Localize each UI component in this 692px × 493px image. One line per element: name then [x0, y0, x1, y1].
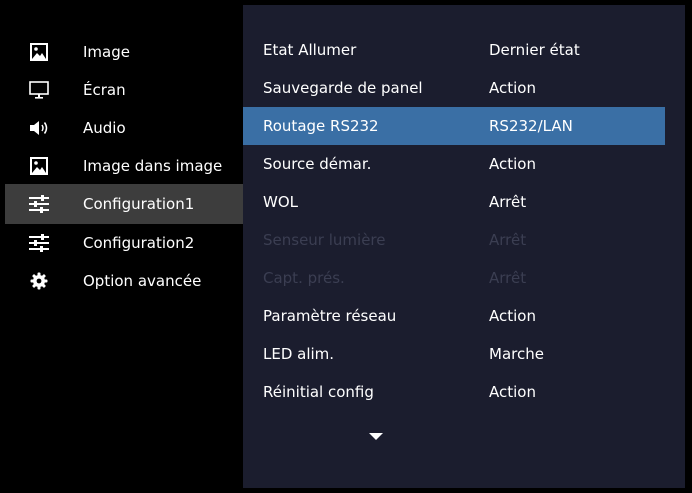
pip-icon: [29, 156, 49, 176]
setting-value: RS232/LAN: [489, 117, 573, 135]
settings-panel: Etat Allumer Dernier état Sauvegarde de …: [243, 5, 685, 488]
menu-label: Configuration1: [83, 195, 195, 213]
menu-label: Audio: [83, 119, 126, 137]
setting-label: Etat Allumer: [263, 41, 357, 59]
menu-label: Image dans image: [83, 157, 223, 175]
menu-item-configuration1[interactable]: Configuration1: [5, 184, 243, 224]
settings-list: Etat Allumer Dernier état Sauvegarde de …: [243, 31, 665, 411]
setting-row-wol[interactable]: WOL Arrêt: [243, 183, 665, 221]
menu-item-configuration2[interactable]: Configuration2: [5, 224, 243, 262]
setting-value: Dernier état: [489, 41, 580, 59]
gear-icon: [29, 271, 49, 291]
setting-row-etat-allumer[interactable]: Etat Allumer Dernier état: [243, 31, 665, 69]
setting-row-capt-pres: Capt. prés. Arrêt: [243, 259, 665, 297]
setting-label: Réinitial config: [263, 383, 374, 401]
speaker-icon: [29, 118, 49, 138]
setting-value: Arrêt: [489, 269, 527, 287]
setting-row-reinitial-config[interactable]: Réinitial config Action: [243, 373, 665, 411]
osd-menu: Image Écran Audio Image dans image Confi…: [5, 5, 685, 488]
menu-item-image[interactable]: Image: [5, 33, 243, 71]
setting-row-routage-rs232[interactable]: Routage RS232 RS232/LAN: [243, 107, 665, 145]
setting-label: Source démar.: [263, 155, 372, 173]
setting-value: Action: [489, 307, 536, 325]
menu-item-option-avancee[interactable]: Option avancée: [5, 262, 243, 300]
setting-label: Sauvegarde de panel: [263, 79, 423, 97]
setting-value: Marche: [489, 345, 544, 363]
menu-label: Option avancée: [83, 272, 202, 290]
image-icon: [29, 42, 49, 62]
setting-row-parametre-reseau[interactable]: Paramètre réseau Action: [243, 297, 665, 335]
sliders-icon: [29, 233, 49, 253]
setting-label: Paramètre réseau: [263, 307, 397, 325]
sliders-icon: [29, 194, 49, 214]
main-menu: Image Écran Audio Image dans image Confi…: [5, 33, 243, 300]
setting-value: Arrêt: [489, 231, 527, 249]
setting-row-source-demar[interactable]: Source démar. Action: [243, 145, 665, 183]
setting-value: Action: [489, 79, 536, 97]
setting-value: Action: [489, 383, 536, 401]
setting-label: LED alim.: [263, 345, 335, 363]
menu-item-audio[interactable]: Audio: [5, 109, 243, 147]
menu-label: Écran: [83, 81, 126, 99]
menu-label: Image: [83, 43, 130, 61]
setting-row-led-alim[interactable]: LED alim. Marche: [243, 335, 665, 373]
setting-row-senseur-lumiere: Senseur lumière Arrêt: [243, 221, 665, 259]
chevron-down-icon[interactable]: [369, 426, 383, 440]
setting-label: Routage RS232: [263, 117, 379, 135]
monitor-icon: [29, 80, 49, 100]
setting-label: Capt. prés.: [263, 269, 345, 287]
menu-label: Configuration2: [83, 234, 195, 252]
menu-item-pip[interactable]: Image dans image: [5, 147, 243, 185]
menu-item-ecran[interactable]: Écran: [5, 71, 243, 109]
setting-value: Action: [489, 155, 536, 173]
setting-value: Arrêt: [489, 193, 527, 211]
setting-row-sauvegarde-de-panel[interactable]: Sauvegarde de panel Action: [243, 69, 665, 107]
setting-label: Senseur lumière: [263, 231, 386, 249]
setting-label: WOL: [263, 193, 298, 211]
